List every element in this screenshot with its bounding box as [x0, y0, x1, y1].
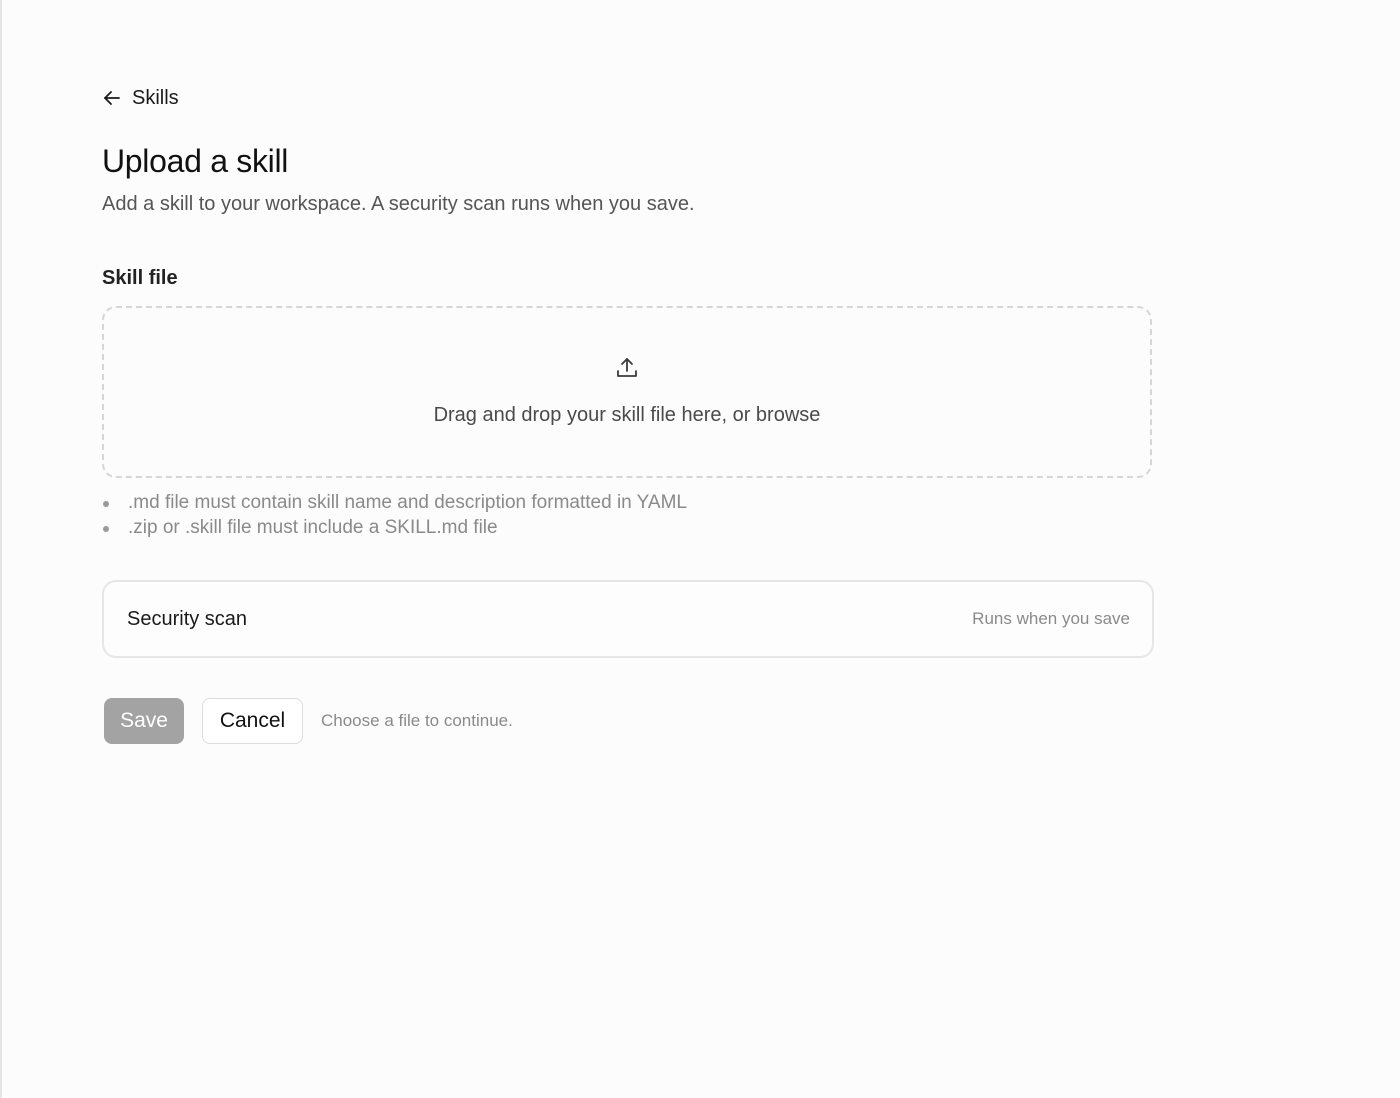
- save-button[interactable]: Save: [104, 698, 184, 744]
- file-requirements-list: .md file must contain skill name and des…: [102, 490, 1154, 540]
- page-title: Upload a skill: [102, 143, 289, 179]
- back-link-label: Skills: [132, 86, 179, 109]
- app-window: Skills Upload a skill Add a skill to you…: [0, 0, 1400, 1098]
- security-scan-status: Runs when you save: [972, 609, 1130, 628]
- dropzone-text: Drag and drop your skill file here, or b…: [433, 403, 821, 426]
- back-to-skills-link[interactable]: Skills: [102, 84, 179, 112]
- upload-icon: [615, 356, 639, 385]
- security-scan-title: Security scan: [127, 607, 248, 630]
- form-actions: Save Cancel Choose a file to continue.: [102, 698, 1154, 744]
- cancel-button[interactable]: Cancel: [202, 698, 303, 744]
- action-hint: Choose a file to continue.: [321, 711, 513, 730]
- upload-skill-page: Skills Upload a skill Add a skill to you…: [102, 84, 1154, 744]
- page-subtitle: Add a skill to your workspace. A securit…: [102, 193, 695, 215]
- list-item: .md file must contain skill name and des…: [102, 490, 1154, 515]
- skill-file-label: Skill file: [102, 267, 178, 289]
- list-item: .zip or .skill file must include a SKILL…: [102, 515, 1154, 540]
- skill-file-dropzone[interactable]: Drag and drop your skill file here, or b…: [102, 306, 1152, 478]
- arrow-left-icon: [102, 88, 122, 108]
- security-scan-card: Security scan Runs when you save: [102, 580, 1154, 658]
